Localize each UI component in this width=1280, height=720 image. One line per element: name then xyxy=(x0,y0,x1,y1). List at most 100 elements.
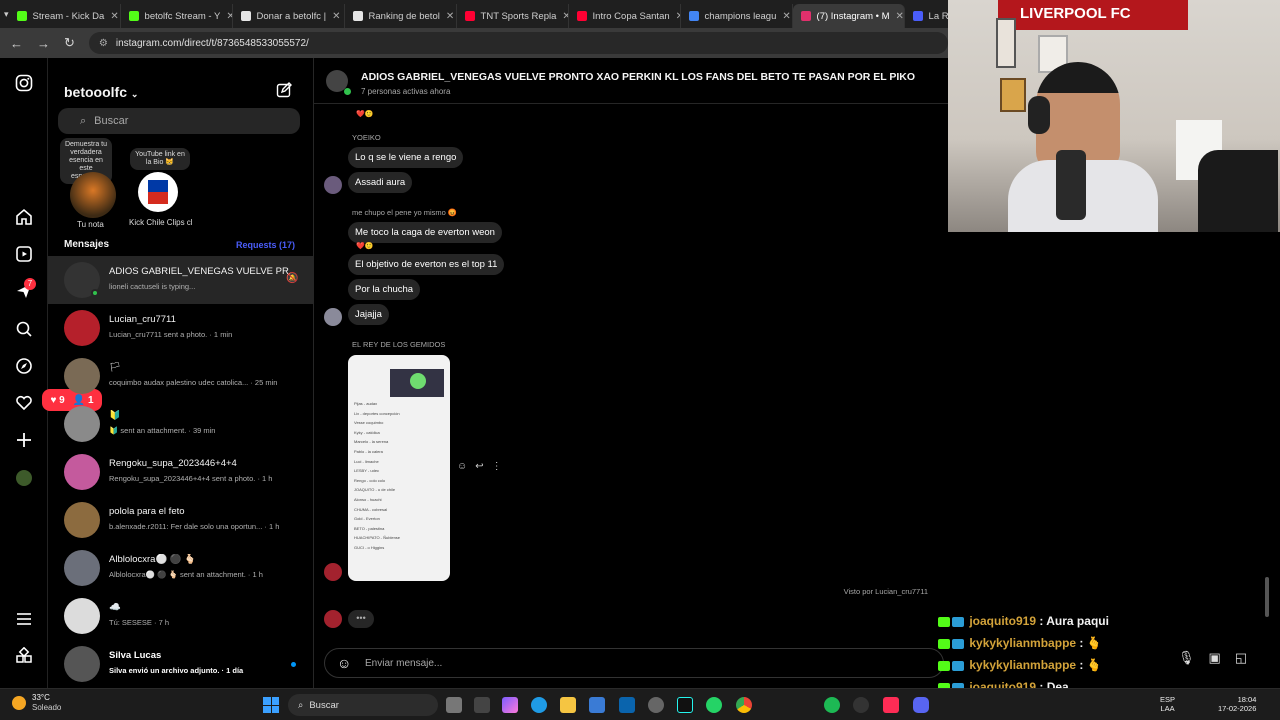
thread-row[interactable]: Lucian_cru7711 Lucian_cru7711 sent a pho… xyxy=(48,304,313,352)
shared-screenshot[interactable]: Pijas - audax Lix - deportes concepción Ve… xyxy=(348,355,450,581)
screenshot-line: Lix - deportes concepción xyxy=(354,410,400,416)
sender-avatar[interactable] xyxy=(324,176,342,194)
thread-row[interactable]: ADIOS GABRIEL_VENEGAS VUELVE PR... lione… xyxy=(48,256,313,304)
taskbar-search[interactable]: ⌕ Buscar xyxy=(288,694,438,716)
thread-avatar xyxy=(64,502,100,538)
browser-tab[interactable]: Intro Copa Santan✕ xyxy=(569,4,681,28)
screenshot-line: Luci - limache xyxy=(354,458,379,464)
url-field[interactable]: ⚙ instagram.com/direct/t/873654853305557… xyxy=(88,32,948,54)
thread-row[interactable]: polola para el feto b.alenxade.r2011: Fe… xyxy=(48,496,313,544)
also-from-meta-icon[interactable] xyxy=(14,646,34,667)
friend-note-avatar[interactable] xyxy=(138,172,178,212)
thread-row[interactable]: Silva Lucas Silva envió un archivo adjun… xyxy=(48,640,313,688)
image-icon[interactable]: ▣ xyxy=(1209,650,1221,666)
tab-close-icon[interactable]: ✕ xyxy=(896,11,904,22)
edge-icon[interactable] xyxy=(531,697,547,713)
thread-row[interactable]: Rengoku_supa_2023446+4+4 Rengoku_supa_20… xyxy=(48,448,313,496)
tab-close-icon[interactable]: ✕ xyxy=(446,11,454,22)
conversation-header[interactable]: ADIOS GABRIEL_VENEGAS VUELVE PRONTO XAO … xyxy=(314,58,948,104)
badge-icon xyxy=(952,616,964,627)
browser-tab[interactable]: betolfc Stream - Y✕ xyxy=(121,4,233,28)
thread-row[interactable]: 🏳 coquimbo audax palestino udec catolica… xyxy=(48,352,313,400)
sender-label: YOEIKO xyxy=(352,133,381,142)
thread-row[interactable]: Alblolocxra⚪ ⚫ 🫰🏻 Alblolocxra⚪ ⚫ 🫰🏻 sent… xyxy=(48,544,313,592)
start-icon[interactable] xyxy=(263,697,279,713)
browser-tab[interactable]: champions leagu ✕ xyxy=(681,4,793,28)
clock[interactable]: 18:04 17-02-2026 xyxy=(1218,695,1256,713)
explore-icon[interactable] xyxy=(14,357,34,377)
back-icon[interactable]: ← xyxy=(10,36,23,51)
tiktok-icon[interactable] xyxy=(677,697,693,713)
tiktok-live-icon[interactable] xyxy=(883,697,899,713)
badge-icon xyxy=(938,616,950,627)
mic-icon[interactable]: 🎙 xyxy=(1178,650,1195,666)
muted-icon[interactable]: 🔕 xyxy=(286,273,298,284)
message-bubble[interactable]: Jajajja xyxy=(348,304,389,325)
message-bubble[interactable]: Lo q se le viene a rengo xyxy=(348,147,464,168)
home-icon[interactable] xyxy=(14,208,34,228)
create-plus-icon[interactable] xyxy=(14,431,34,451)
chrome-icon[interactable] xyxy=(736,697,752,713)
friend-note-bubble[interactable]: YouTube link en la Bio 😸 xyxy=(130,148,190,170)
message-composer[interactable]: ☺ Enviar mensaje... xyxy=(324,648,944,678)
notifications-heart-icon[interactable] xyxy=(14,394,34,414)
emoji-react-icon[interactable]: ☺ xyxy=(457,461,467,472)
thread-name: 🔰 xyxy=(109,410,121,421)
outlook-icon[interactable] xyxy=(619,697,635,713)
screenshot-line: JOAQUITO - u de chile xyxy=(354,487,396,493)
own-note-avatar[interactable] xyxy=(70,172,116,218)
search-input[interactable]: ⌕ Buscar xyxy=(58,108,300,134)
tab-close-icon[interactable]: ✕ xyxy=(110,11,118,22)
forward-icon[interactable]: → xyxy=(37,36,50,51)
sender-avatar[interactable] xyxy=(324,308,342,326)
search-icon[interactable] xyxy=(14,320,34,340)
sender-avatar[interactable] xyxy=(324,563,342,581)
message-bubble[interactable]: El objetivo de everton es el top 11 xyxy=(348,254,505,275)
reply-icon[interactable]: ↩ xyxy=(475,461,483,472)
message-bubble[interactable]: Assadi aura xyxy=(348,172,413,193)
sticker-icon[interactable]: ◱ xyxy=(1235,650,1247,666)
site-info-icon[interactable]: ⚙ xyxy=(99,38,108,49)
spotify-icon[interactable] xyxy=(824,697,840,713)
online-dot xyxy=(91,289,99,297)
messages-icon[interactable]: 7 xyxy=(14,278,36,302)
browser-tab[interactable]: (7) Instagram • M ✕ xyxy=(792,4,905,28)
reload-icon[interactable]: ↻ xyxy=(64,35,75,51)
app-icon[interactable] xyxy=(648,697,664,713)
account-switcher[interactable]: betooolfc ⌄ xyxy=(64,84,138,100)
frame xyxy=(996,18,1016,68)
tab-close-icon[interactable]: ✕ xyxy=(332,11,340,22)
thread-name: Silva Lucas xyxy=(109,650,162,661)
message-bubble[interactable]: Por la chucha xyxy=(348,279,421,300)
emoji-icon[interactable]: ☺ xyxy=(337,655,351,671)
profile-avatar-icon[interactable] xyxy=(14,468,34,488)
browser-tab[interactable]: Stream - Kick Da ✕ xyxy=(9,4,121,28)
new-message-icon[interactable] xyxy=(276,82,292,103)
obs-icon[interactable] xyxy=(853,697,869,713)
language-indicator[interactable]: ESP LAA xyxy=(1160,695,1175,713)
reels-icon[interactable] xyxy=(14,245,34,265)
thread-row[interactable]: ☁️ Tú: SESESE · 7 h xyxy=(48,592,313,640)
menu-icon[interactable] xyxy=(14,610,34,630)
app-icon[interactable] xyxy=(474,697,490,713)
requests-link[interactable]: Requests (17) xyxy=(236,240,295,250)
file-explorer-icon[interactable] xyxy=(560,697,576,713)
browser-tab[interactable]: Donar a betolfc | ✕ xyxy=(233,4,345,28)
tab-close-icon[interactable]: ✕ xyxy=(782,11,790,22)
more-icon[interactable]: ⋮ xyxy=(492,461,502,472)
message-bubble[interactable]: Me toco la caga de everton weon xyxy=(348,222,502,243)
whatsapp-icon[interactable] xyxy=(706,697,722,713)
store-icon[interactable] xyxy=(589,697,605,713)
discord-icon[interactable] xyxy=(913,697,929,713)
weather-widget[interactable]: 33°C Soleado xyxy=(12,693,61,713)
thread-avatar xyxy=(64,646,100,682)
browser-tab[interactable]: Ranking de betol ✕ xyxy=(345,4,457,28)
taskview-icon[interactable] xyxy=(446,697,462,713)
thread-row[interactable]: 🔰 🔰 sent an attachment. · 39 min xyxy=(48,400,313,448)
tab-label: Intro Copa Santan xyxy=(592,10,670,22)
instagram-logo-icon[interactable] xyxy=(14,74,34,94)
copilot-icon[interactable] xyxy=(502,697,518,713)
browser-tab[interactable]: La R xyxy=(905,4,949,28)
scrollbar-thumb[interactable] xyxy=(1265,577,1269,617)
browser-tab[interactable]: TNT Sports Repla✕ xyxy=(457,4,569,28)
